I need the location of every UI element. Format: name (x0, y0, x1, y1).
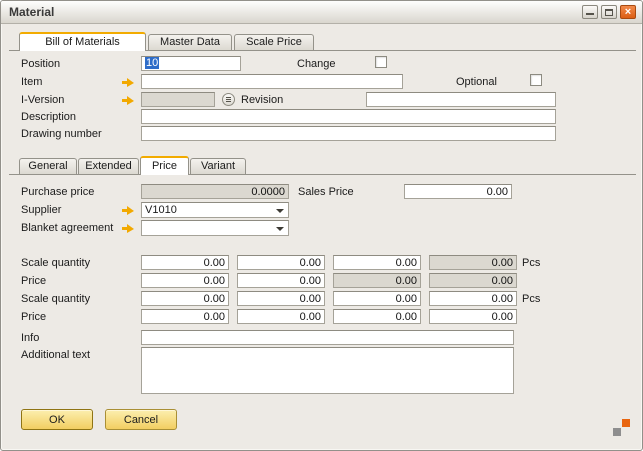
unit-label: Pcs (522, 293, 540, 305)
scale-quantity-label: Scale quantity (21, 257, 90, 269)
item-label: Item (21, 76, 42, 88)
optional-label: Optional (456, 76, 497, 88)
change-checkbox[interactable] (375, 56, 387, 68)
price-input (429, 273, 517, 288)
additional-text-input[interactable] (141, 347, 514, 394)
corner-orange-square (622, 419, 630, 427)
minimize-icon (586, 13, 594, 15)
window-title: Material (9, 5, 54, 19)
purchase-price-label: Purchase price (21, 186, 94, 198)
scale-quantity-input[interactable] (237, 291, 325, 306)
supplier-dropdown[interactable]: V1010 (141, 202, 289, 218)
position-label: Position (21, 58, 60, 70)
maximize-icon (605, 9, 613, 16)
tab-general[interactable]: General (19, 158, 77, 174)
scale-quantity-input[interactable] (333, 255, 421, 270)
i-version-browse-button[interactable] (222, 93, 235, 106)
window-controls: × (582, 5, 636, 19)
scale-quantity-input[interactable] (141, 291, 229, 306)
blanket-agreement-link-arrow-icon[interactable] (122, 224, 135, 233)
supplier-label: Supplier (21, 204, 61, 216)
scale-quantity-input (429, 255, 517, 270)
price-input[interactable] (237, 309, 325, 324)
tab-variant[interactable]: Variant (190, 158, 246, 174)
cancel-button[interactable]: Cancel (105, 409, 177, 430)
scale-quantity-input[interactable] (429, 291, 517, 306)
sales-price-label: Sales Price (298, 186, 354, 198)
supplier-link-arrow-icon[interactable] (122, 206, 135, 215)
drawing-number-label: Drawing number (21, 128, 102, 140)
price-input[interactable] (429, 309, 517, 324)
item-input[interactable] (141, 74, 403, 89)
tab-master-data[interactable]: Master Data (148, 34, 232, 50)
description-input[interactable] (141, 109, 556, 124)
info-input[interactable] (141, 330, 514, 345)
drawing-number-input[interactable] (141, 126, 556, 141)
supplier-value: V1010 (145, 204, 177, 217)
price-input[interactable] (141, 309, 229, 324)
sap-corner-icon (613, 419, 630, 436)
purchase-price-input (141, 184, 289, 199)
i-version-link-arrow-icon[interactable] (122, 96, 135, 105)
tab-extended[interactable]: Extended (78, 158, 139, 174)
i-version-label: I-Version (21, 94, 64, 106)
scale-quantity-input[interactable] (141, 255, 229, 270)
scale-quantity-label: Scale quantity (21, 293, 90, 305)
browse-icon (226, 99, 231, 100)
price-input[interactable] (333, 309, 421, 324)
position-input[interactable]: 10 (141, 56, 241, 71)
material-window: Material × Bill of Materials Master Data… (0, 0, 643, 451)
price-input[interactable] (237, 273, 325, 288)
optional-checkbox[interactable] (530, 74, 542, 86)
revision-input[interactable] (366, 92, 556, 107)
scale-quantity-input[interactable] (333, 291, 421, 306)
info-label: Info (21, 332, 39, 344)
tab-price[interactable]: Price (140, 156, 189, 175)
corner-gray-square (613, 428, 621, 436)
separator-line (9, 174, 636, 175)
item-link-arrow-icon[interactable] (122, 78, 135, 87)
ok-button[interactable]: OK (21, 409, 93, 430)
blanket-agreement-dropdown[interactable] (141, 220, 289, 236)
change-label: Change (297, 58, 336, 70)
minimize-button[interactable] (582, 5, 598, 19)
description-label: Description (21, 111, 76, 123)
price-label: Price (21, 311, 46, 323)
titlebar: Material × (1, 1, 642, 24)
additional-text-label: Additional text (21, 349, 90, 361)
maximize-button[interactable] (601, 5, 617, 19)
sales-price-input[interactable] (404, 184, 512, 199)
tab-bill-of-materials[interactable]: Bill of Materials (19, 32, 146, 51)
price-label: Price (21, 275, 46, 287)
price-input (333, 273, 421, 288)
blanket-agreement-label: Blanket agreement (21, 222, 113, 234)
chevron-down-icon (276, 227, 284, 231)
tab-scale-price[interactable]: Scale Price (234, 34, 314, 50)
unit-label: Pcs (522, 257, 540, 269)
close-button[interactable]: × (620, 5, 636, 19)
position-value-selected: 10 (145, 57, 159, 69)
revision-label: Revision (241, 94, 283, 106)
scale-quantity-input[interactable] (237, 255, 325, 270)
i-version-input (141, 92, 215, 107)
price-input[interactable] (141, 273, 229, 288)
chevron-down-icon (276, 209, 284, 213)
